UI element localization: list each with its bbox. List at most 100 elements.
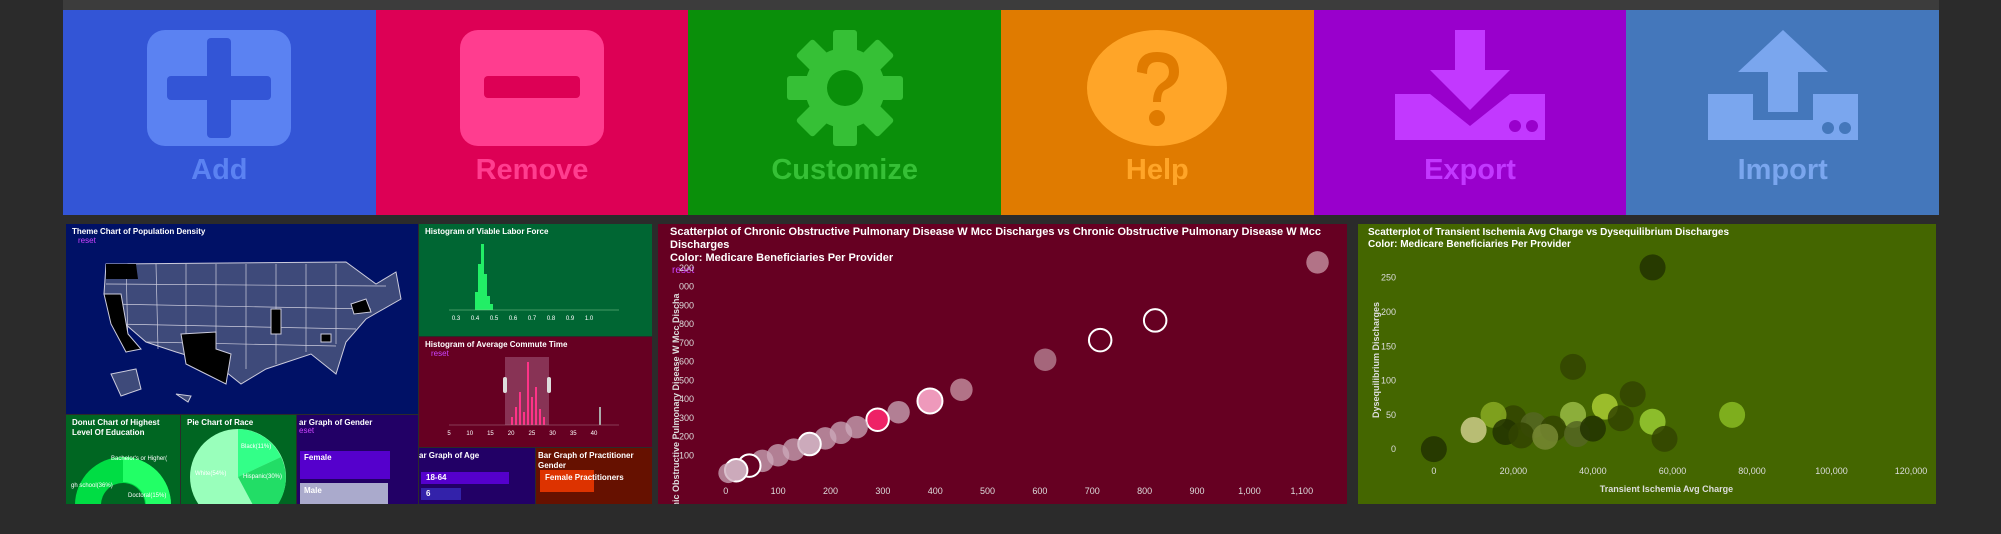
help-button[interactable]: Help (1001, 10, 1314, 215)
scatter-point[interactable] (1619, 381, 1646, 408)
bar-18-64-label: 18-64 (426, 473, 447, 482)
x-tick-label: 60,000 (1659, 466, 1687, 476)
y-tick-label: 800 (679, 319, 694, 329)
scatter-point[interactable] (916, 387, 944, 415)
x-tick-label: 800 (1137, 486, 1152, 496)
x-tick-label: 40,000 (1579, 466, 1607, 476)
population-density-map-panel: Theme Chart of Population Density reset (66, 224, 418, 414)
x-tick-label: 500 (980, 486, 995, 496)
race-pie-chart[interactable]: Black(11%) Hispanic(30%) White(54%) (181, 415, 296, 504)
y-tick-label: 50 (1386, 410, 1396, 420)
scatter-point[interactable] (1579, 415, 1606, 442)
scatter-point[interactable] (1508, 422, 1535, 449)
x-tick-label: 200 (823, 486, 838, 496)
x-tick-label: 1,100 (1291, 486, 1314, 496)
tick-label: 10 (466, 431, 473, 437)
y-tick-label: 200 (1381, 307, 1396, 317)
tick-label: 0.6 (509, 316, 518, 322)
plus-icon (147, 30, 292, 146)
us-map[interactable] (66, 224, 418, 414)
y-tick-label: 700 (679, 338, 694, 348)
bar-male-label: Male (304, 486, 322, 495)
donut-label-1: gh school(36%) (71, 483, 113, 489)
y-tick-label: 200 (679, 432, 694, 442)
y-tick-label: 000 (679, 282, 694, 292)
help-label: Help (1125, 154, 1189, 186)
import-button[interactable]: Import (1626, 10, 1940, 215)
y-tick-label: 250 (1381, 273, 1396, 283)
scatter-point[interactable] (1460, 416, 1487, 443)
tick-label: 30 (549, 431, 556, 437)
x-tick-label: 0 (1431, 466, 1436, 476)
scatter1-chart[interactable]: 0 100 200 300 400 500 600 700 800 900 1,000 1,100 10… (658, 224, 1347, 504)
race-pie-panel: Pie Chart of Race Black(11%) Hispanic(30… (181, 415, 296, 504)
y-axis-label: Dysequilibrium Discharges (1371, 302, 1381, 418)
gender-bar-chart[interactable]: Female Male (297, 441, 418, 504)
y-tick-label: 200 (679, 263, 694, 273)
x-tick-label: 100 (771, 486, 786, 496)
scatter-point[interactable] (1420, 436, 1447, 463)
question-icon (1087, 30, 1228, 146)
scatter-point[interactable] (1719, 401, 1746, 428)
tick-label: 5 (447, 431, 451, 437)
remove-button[interactable]: Remove (375, 10, 689, 215)
copd-scatter-panel: Scatterplot of Chronic Obstructive Pulmo… (658, 224, 1347, 504)
x-tick-label: 1,000 (1238, 486, 1261, 496)
age-bar-panel: ar Graph of Age 18-64 6 (419, 448, 535, 504)
x-tick-label: 20,000 (1500, 466, 1528, 476)
scatter-point[interactable] (887, 400, 910, 424)
tick-label: 0.9 (566, 316, 575, 322)
y-tick-label: 100 (1381, 376, 1396, 386)
scatter-point[interactable] (1033, 348, 1057, 372)
age-bar-title: ar Graph of Age (419, 451, 480, 460)
x-tick-label: 400 (928, 486, 943, 496)
pie-label-0: Black(11%) (241, 444, 271, 450)
x-tick-label: 0 (723, 486, 728, 496)
bar-female-practitioners-label: Female Practitioners (545, 473, 624, 482)
x-tick-label: 80,000 (1738, 466, 1766, 476)
tick-label: 1.0 (585, 316, 594, 322)
scatter-point[interactable] (1306, 251, 1329, 274)
scatter-point[interactable] (865, 407, 890, 432)
scatter-point[interactable] (1639, 254, 1666, 281)
scatter-point[interactable] (1142, 308, 1168, 333)
scatter-point[interactable] (1651, 425, 1678, 452)
import-label: Import (1737, 154, 1828, 186)
donut-label-2: Doctoral(15%) (128, 493, 166, 499)
scatter-point[interactable] (1532, 423, 1559, 450)
tick-label: 0.3 (452, 316, 461, 322)
commute-histogram-panel: Histogram of Average Commute Time reset … (419, 337, 652, 447)
x-tick-label: 700 (1085, 486, 1100, 496)
bar-65-plus-label: 6 (426, 489, 431, 498)
scatter-point[interactable] (1607, 405, 1634, 432)
labor-hist-chart[interactable]: 0.3 0.4 0.5 0.6 0.7 0.8 0.9 1.0 (419, 224, 652, 336)
y-tick-label: 600 (679, 357, 694, 367)
add-button[interactable]: Add (63, 10, 376, 215)
commute-hist-chart[interactable]: 5 10 15 20 25 30 35 40 (419, 337, 652, 447)
export-label: Export (1424, 154, 1516, 186)
x-tick-label: 300 (875, 486, 890, 496)
add-label: Add (191, 154, 248, 186)
practitioner-bar-title: Bar Graph of Practitioner Gender (538, 451, 634, 470)
scatter-point[interactable] (718, 463, 739, 484)
gender-reset-link[interactable]: eset (299, 426, 314, 435)
gear-icon (786, 30, 903, 146)
scatter2-chart[interactable]: 0 20,000 40,000 60,000 80,000 100,000 120,000 0… (1358, 224, 1936, 504)
y-tick-label: 300 (679, 413, 694, 423)
tick-label: 15 (487, 431, 494, 437)
scatter-point[interactable] (950, 378, 973, 401)
export-button[interactable]: Export (1313, 10, 1627, 215)
tick-label: 0.5 (490, 316, 499, 322)
tick-label: 40 (591, 431, 598, 437)
scatter-point[interactable] (1087, 327, 1113, 353)
window-top-bar (63, 0, 1939, 10)
y-tick-label: 150 (1381, 341, 1396, 351)
customize-button[interactable]: Customize (688, 10, 1002, 215)
education-donut-chart[interactable]: Bachelor's or Higher( gh school(36%) Doc… (66, 415, 180, 504)
scatter-point[interactable] (1560, 353, 1587, 380)
x-tick-label: 600 (1032, 486, 1047, 496)
tick-label: 25 (529, 431, 536, 437)
remove-label: Remove (475, 154, 589, 186)
tick-label: 35 (570, 431, 577, 437)
y-axis-label: Chronic Obstructive Pulmonary Disease W … (671, 292, 681, 504)
